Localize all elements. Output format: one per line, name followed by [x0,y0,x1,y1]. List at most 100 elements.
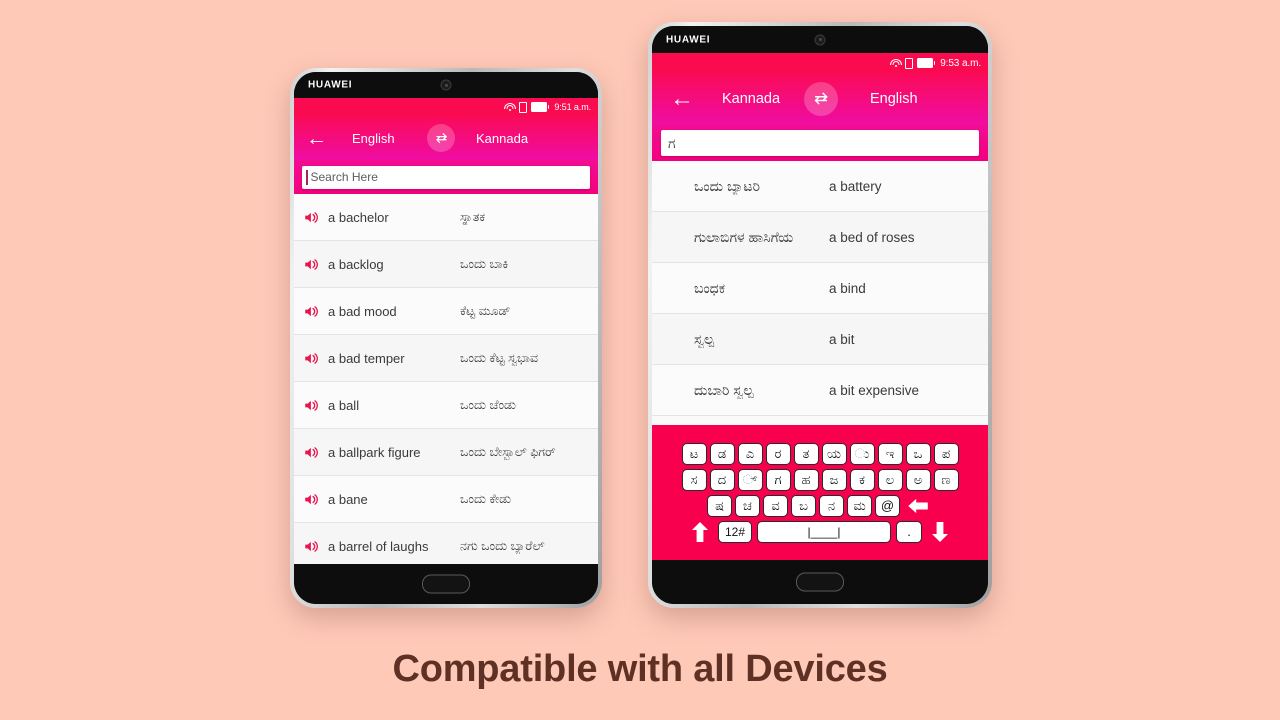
key-ಒ[interactable]: ಒ [905,442,931,465]
tablet-device-frame: HUAWEI 9:53 a.m. ← Kannada English ಗ ಒಂದ… [648,22,992,608]
tablet-search-area: ಗ [652,125,988,161]
speaker-icon[interactable] [294,352,328,365]
space-key[interactable]: |____| [757,520,891,543]
table-row[interactable]: ದುಬಾರಿ ಸ್ವಲ್ಪ a bit expensive [652,365,988,416]
shift-up-arrow-icon[interactable] [687,521,713,543]
swap-languages-icon[interactable] [427,124,455,152]
hide-keyboard-down-arrow-icon[interactable] [927,521,953,543]
key-ಜ[interactable]: ಜ [821,468,847,491]
speaker-icon[interactable] [294,399,328,412]
speaker-icon[interactable] [294,493,328,506]
key-ತ[interactable]: ತ [793,442,819,465]
tablet-translation-list[interactable]: ಒಂದು ಬ್ಯಾಟರಿ a battery ಗುಲಾಬಿಗಳ ಹಾಸಿಗೆಯ a b… [652,161,988,425]
target-term: ಒಂದು ಕೆಟ್ಟ ಸ್ವಭಾವ [460,350,538,365]
numeric-mode-key[interactable]: 12# [718,520,752,543]
target-term: ಒಂದು ಬೇಸ್ಬಾಲ್ ಫಿಗರ್ [460,444,556,459]
swap-languages-icon[interactable] [804,82,838,116]
speaker-icon[interactable] [294,258,328,271]
table-row[interactable]: ಸ್ವಲ್ಪ a bit [652,314,988,365]
table-row[interactable]: a ballpark figure ಒಂದು ಬೇಸ್ಬಾಲ್ ಫಿಗರ್ [294,429,598,476]
source-term: ಬಂಧಕ [694,279,726,296]
key-ಣ[interactable]: ಣ [933,468,959,491]
period-key[interactable]: . [896,520,922,543]
table-row[interactable]: a bad temper ಒಂದು ಕೆಟ್ಟ ಸ್ವಭಾವ [294,335,598,382]
key-ಗ[interactable]: ಗ [765,468,791,491]
phone-status-bar: 9:51 a.m. [294,98,598,116]
key-ಡ[interactable]: ಡ [709,442,735,465]
table-row[interactable]: a ball ಒಂದು ಚೆಂಡು [294,382,598,429]
source-term: a ball [328,397,360,413]
key-ದ[interactable]: ದ [709,468,735,491]
home-button[interactable] [796,572,844,592]
key-ನ[interactable]: ನ [819,494,844,517]
key-ಟ[interactable]: ಟ [681,442,707,465]
key-ಎ[interactable]: ಎ [737,442,763,465]
table-row[interactable]: a barrel of laughs ನಗು ಒಂದು ಬ್ಯಾರೆಲ್ [294,523,598,564]
keyboard-row: ಷ ಚ ವ ಬ ನ ಮ @ [707,494,933,517]
target-term: ಸ್ನಾತಕ [460,209,485,224]
target-language-label[interactable]: English [870,91,918,107]
key-ಅ[interactable]: ಅ [905,468,931,491]
key-ಷ[interactable]: ಷ [707,494,732,517]
target-term: a bit [829,331,855,347]
key-ಮ[interactable]: ಮ [847,494,872,517]
key-್[interactable]: ್ [737,468,763,491]
speaker-icon[interactable] [294,540,328,553]
phone-brand-logo: HUAWEI [308,79,353,91]
tablet-status-bar: 9:53 a.m. [652,53,988,73]
source-language-label[interactable]: English [352,131,395,146]
source-term: a ballpark figure [328,444,421,460]
source-language-label[interactable]: Kannada [722,91,780,107]
sim-icon [519,101,528,113]
back-arrow-icon[interactable]: ← [306,128,327,149]
source-term: a bad temper [328,350,405,366]
key-ಬ[interactable]: ಬ [791,494,816,517]
promo-caption: Compatible with all Devices [392,648,888,690]
source-term: a bachelor [328,209,389,225]
key-ಯ[interactable]: ಯ [821,442,847,465]
key-ಹ[interactable]: ಹ [793,468,819,491]
source-term: a bad mood [328,303,397,319]
table-row[interactable]: ಬಂಧಕ a bind [652,263,988,314]
key-@[interactable]: @ [875,494,900,517]
search-input[interactable]: ಗ [661,130,979,156]
table-row[interactable]: a backlog ಒಂದು ಬಾಕಿ [294,241,598,288]
target-language-label[interactable]: Kannada [476,131,528,146]
target-term: a bed of roses [829,229,915,245]
table-row[interactable]: a bane ಒಂದು ಕೇಡು [294,476,598,523]
key-ಚ[interactable]: ಚ [735,494,760,517]
table-row[interactable]: a bachelor ಸ್ನಾತಕ [294,194,598,241]
source-term: a backlog [328,256,384,272]
speaker-icon[interactable] [294,446,328,459]
keyboard-row: 12# |____|. [687,520,953,543]
phone-translation-list[interactable]: a bachelor ಸ್ನಾತಕ a backlog ಒಂದು ಬಾಕಿ a bad … [294,194,598,564]
phone-device-frame: HUAWEI 9:51 a.m. ← English Kannada Searc… [290,68,602,608]
key-ವ[interactable]: ವ [763,494,788,517]
key-ರ[interactable]: ರ [765,442,791,465]
table-row[interactable]: a bad mood ಕೆಟ್ಟ ಮೂಡ್ [294,288,598,335]
home-button[interactable] [422,574,470,594]
wifi-icon [889,59,902,67]
speaker-icon[interactable] [294,305,328,318]
wifi-icon [503,103,516,111]
table-row[interactable]: ಗುಲಾಬಿಗಳ ಹಾಸಿಗೆಯ a bed of roses [652,212,988,263]
speaker-icon[interactable] [294,211,328,224]
backspace-arrow-icon[interactable] [903,495,933,517]
key-ಸ[interactable]: ಸ [681,468,707,491]
target-term: ಒಂದು ಚೆಂಡು [460,397,516,412]
key-ಕ[interactable]: ಕ [849,468,875,491]
key-ಇ[interactable]: ಇ [877,442,903,465]
search-placeholder: Search Here [310,170,378,184]
back-arrow-icon[interactable]: ← [670,87,694,111]
key-ು[interactable]: ು [849,442,875,465]
key-ಪ[interactable]: ಪ [933,442,959,465]
tablet-brand-bar: HUAWEI [652,26,988,53]
search-input[interactable]: Search Here [302,165,590,189]
front-camera-icon [440,79,452,91]
promo-canvas: HUAWEI 9:51 a.m. ← English Kannada Searc… [0,0,1280,720]
key-ಲ[interactable]: ಲ [877,468,903,491]
table-row[interactable]: ಒಂದು ಬ್ಯಾಟರಿ a battery [652,161,988,212]
battery-icon [531,102,548,112]
kannada-keyboard[interactable]: ಟ ಡ ಎ ರ ತ ಯು ಇ ಒ ಪ ಸ ದ್ ಗ ಹ ಜ ಕ ಲ ಅ ಣ ಷ ಚ ವ ಬ ನ ಮ @12# |____|. [652,425,988,560]
target-term: ಕೆಟ್ಟ ಮೂಡ್ [460,303,511,318]
